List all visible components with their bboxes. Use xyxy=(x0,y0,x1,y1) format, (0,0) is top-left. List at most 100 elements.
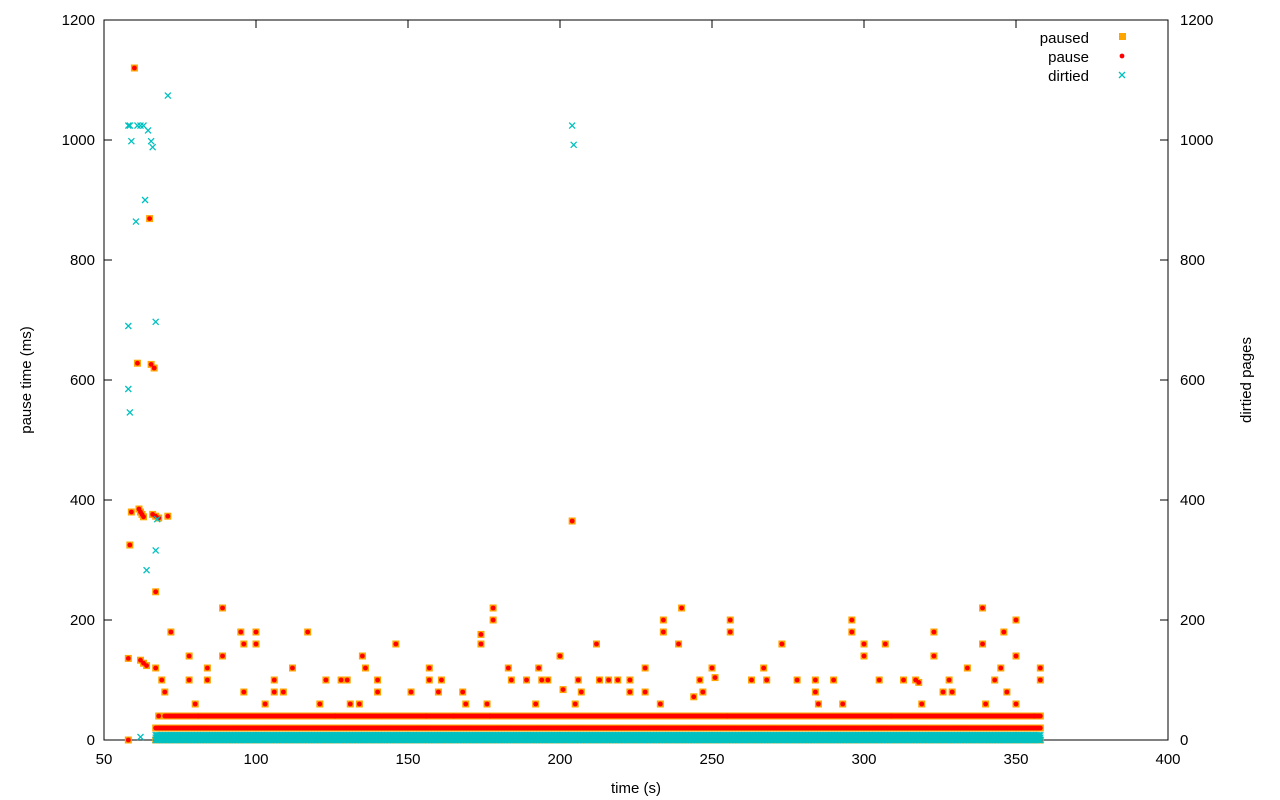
pause-point xyxy=(375,689,380,695)
y2-tick-label: 600 xyxy=(1180,372,1205,389)
pause-point xyxy=(463,701,469,707)
pause-point xyxy=(919,701,925,707)
pause-point xyxy=(487,713,493,719)
pause-point xyxy=(949,689,955,695)
pause-point xyxy=(980,641,985,647)
x-tick-label: 300 xyxy=(851,751,876,768)
pause-point xyxy=(426,665,432,671)
pause-point xyxy=(147,216,153,222)
pause-point xyxy=(794,677,800,683)
pause-point xyxy=(186,677,192,683)
pause-point xyxy=(451,713,456,719)
axis-ticks: 50 100 150 200 250 300 350 40002004006008001000… xyxy=(62,12,1214,768)
y2-tick-label: 0 xyxy=(1180,732,1188,749)
plot-area xyxy=(103,19,1169,741)
pause-point xyxy=(262,701,268,707)
pause-point xyxy=(338,677,344,683)
pause-point xyxy=(1031,713,1037,719)
pause-point xyxy=(356,701,362,707)
y2-tick-label: 1200 xyxy=(1180,12,1213,29)
y2-tick-label: 200 xyxy=(1180,612,1205,629)
pause-point xyxy=(347,701,353,707)
pause-point xyxy=(508,677,514,683)
pause-point xyxy=(393,641,399,647)
pause-point xyxy=(151,365,157,371)
pause-point xyxy=(204,665,210,671)
pause-point xyxy=(408,689,414,695)
pause-point xyxy=(144,663,149,668)
pause-point xyxy=(916,680,922,685)
pause-point xyxy=(940,689,946,695)
pause-point xyxy=(156,713,162,719)
pause-point xyxy=(779,641,785,647)
pause-point xyxy=(980,605,985,611)
pause-point xyxy=(162,689,168,695)
pause-point xyxy=(1037,677,1043,683)
pause-point xyxy=(271,677,277,683)
pause-point xyxy=(1001,629,1007,635)
pause-point xyxy=(983,701,988,707)
pause-point xyxy=(505,665,511,671)
pause-point xyxy=(271,689,277,695)
pause-point xyxy=(812,677,818,683)
pause-point xyxy=(241,689,247,695)
x-tick-label: 200 xyxy=(547,751,572,768)
pause-point xyxy=(305,629,311,635)
pause-point xyxy=(478,641,484,647)
pause-point xyxy=(159,677,165,683)
pause-point xyxy=(192,701,198,707)
pause-point xyxy=(545,677,551,683)
y-tick-label: 200 xyxy=(70,612,95,629)
pause-point xyxy=(539,677,545,683)
y2-tick-label: 1000 xyxy=(1180,132,1213,149)
pause-point xyxy=(460,689,466,695)
pause-point xyxy=(840,701,846,707)
y2-tick-label: 800 xyxy=(1180,252,1205,269)
x-tick-label: 350 xyxy=(1003,751,1028,768)
pause-point xyxy=(323,677,329,683)
pause-point xyxy=(238,629,244,635)
pause-point xyxy=(490,617,496,623)
pause-point xyxy=(627,677,633,683)
pause-point xyxy=(127,542,133,548)
pause-point xyxy=(317,701,323,707)
pause-point xyxy=(660,617,666,623)
pause-point xyxy=(998,665,1004,671)
pause-point xyxy=(606,677,612,683)
pause-point xyxy=(594,641,599,647)
pause-point xyxy=(280,689,286,695)
x-tick-label: 50 xyxy=(96,751,113,768)
data-points xyxy=(124,64,1044,744)
pause-point xyxy=(727,617,733,623)
pause-point xyxy=(436,689,441,695)
pause-point xyxy=(344,677,350,683)
pause-point xyxy=(572,701,578,707)
pause-point xyxy=(141,514,146,520)
pause-point xyxy=(1037,665,1043,671)
pause-point xyxy=(220,605,225,611)
pause-point xyxy=(761,665,767,671)
pause-point xyxy=(597,677,602,683)
pause-point xyxy=(575,677,581,683)
pause-point xyxy=(204,677,210,683)
y-tick-label: 1000 xyxy=(62,132,95,149)
pause-point xyxy=(727,629,733,635)
pause-point xyxy=(831,677,836,683)
x-tick-label: 400 xyxy=(1155,751,1180,768)
pause-point xyxy=(931,653,937,659)
pause-point xyxy=(849,617,855,623)
y2-tick-label: 400 xyxy=(1180,492,1205,509)
y-tick-label: 1200 xyxy=(62,12,95,29)
pause-point xyxy=(153,589,159,595)
pause-point xyxy=(125,656,131,661)
pause-point xyxy=(1013,701,1019,707)
x-tick-label: 150 xyxy=(395,751,420,768)
pause-point xyxy=(557,653,563,659)
pause-point xyxy=(812,689,818,695)
pause-point xyxy=(849,629,855,635)
pause-point xyxy=(712,675,718,680)
pause-point xyxy=(524,677,529,683)
pause-point xyxy=(363,665,368,671)
pause-point xyxy=(186,653,192,659)
pause-point xyxy=(861,641,867,647)
